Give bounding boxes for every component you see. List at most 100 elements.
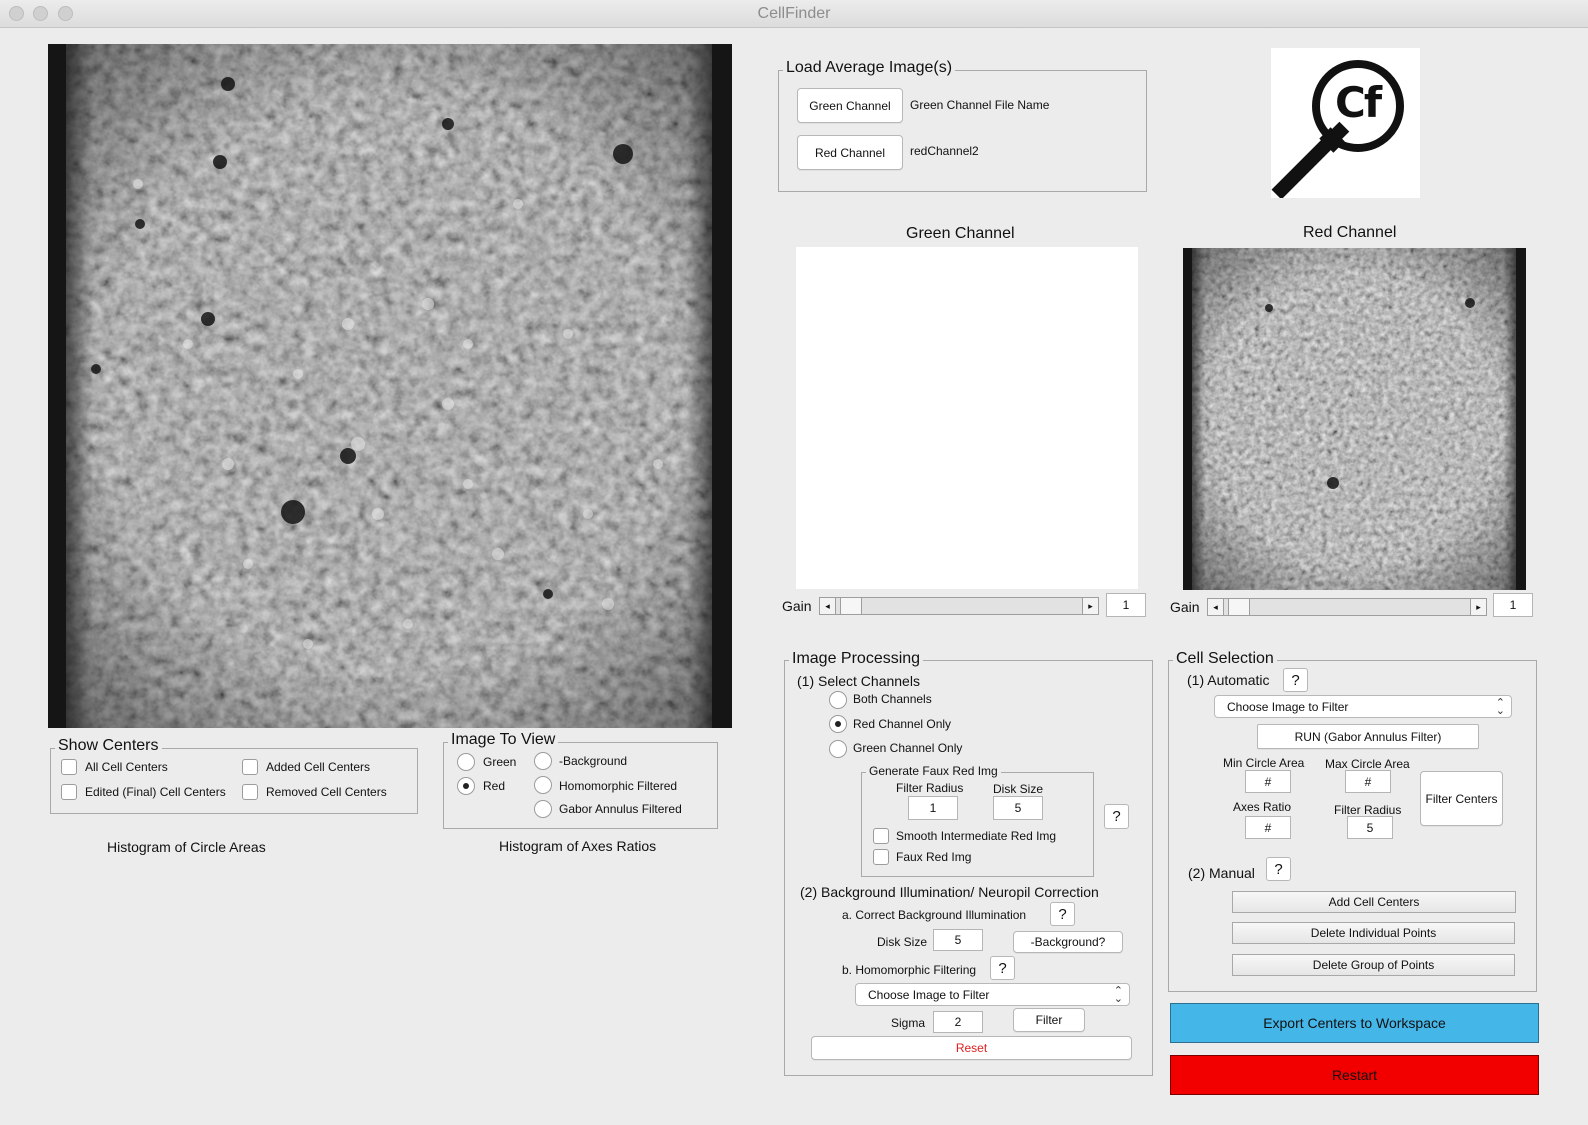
manual-label: (2) Manual xyxy=(1188,865,1255,881)
red-gain-value[interactable]: 1 xyxy=(1493,593,1533,617)
faux-red-img-label: Faux Red Img xyxy=(896,850,972,864)
faux-help-button[interactable]: ? xyxy=(1104,804,1129,829)
green-channel-title: Green Channel xyxy=(906,225,1015,242)
view-green-radio[interactable] xyxy=(457,753,475,771)
add-cell-centers-button[interactable]: Add Cell Centers xyxy=(1232,891,1516,913)
min-circle-area-label: Min Circle Area xyxy=(1223,756,1305,770)
homomorphic-image-select[interactable]: Choose Image to Filter ⌃ ⌄ xyxy=(855,983,1130,1006)
added-cell-centers-checkbox[interactable] xyxy=(242,759,258,775)
homomorphic-filtering-label: b. Homomorphic Filtering xyxy=(842,963,977,977)
show-centers-group xyxy=(50,748,418,814)
load-red-channel-button[interactable]: Red Channel xyxy=(797,135,903,170)
delete-group-points-button[interactable]: Delete Group of Points xyxy=(1232,954,1515,976)
automatic-help-button[interactable]: ? xyxy=(1283,668,1308,692)
reset-button[interactable]: Reset xyxy=(811,1036,1132,1060)
red-channel-file-name: redChannel2 xyxy=(910,144,979,158)
red-channel-view[interactable] xyxy=(1183,248,1526,590)
red-gain-label: Gain xyxy=(1170,599,1200,615)
bg-disk-size-input[interactable]: 5 xyxy=(933,929,983,951)
green-gain-slider[interactable]: ◂ ▸ xyxy=(819,597,1099,615)
view-red-radio[interactable] xyxy=(457,777,475,795)
slider-left-arrow-icon[interactable]: ◂ xyxy=(820,598,836,614)
cs-filter-radius-label: Filter Radius xyxy=(1334,803,1402,817)
correct-background-help-button[interactable]: ? xyxy=(1050,902,1075,926)
select-chevron-icon: ⌃ ⌄ xyxy=(1495,697,1505,717)
homomorphic-filter-button[interactable]: Filter xyxy=(1013,1008,1085,1032)
view-background-label: -Background xyxy=(559,754,628,768)
slider-left-arrow-icon[interactable]: ◂ xyxy=(1208,599,1224,615)
main-image-view[interactable] xyxy=(48,44,732,728)
faux-filter-radius-input[interactable]: 1 xyxy=(908,796,958,820)
removed-cell-centers-checkbox[interactable] xyxy=(242,784,258,800)
all-cell-centers-label: All Cell Centers xyxy=(85,760,168,774)
axes-ratio-label: Axes Ratio xyxy=(1233,800,1292,814)
sigma-label: Sigma xyxy=(891,1016,926,1030)
both-channels-radio[interactable] xyxy=(829,691,847,709)
subtract-background-button[interactable]: -Background? xyxy=(1013,931,1123,953)
logo-text: Cf xyxy=(1335,78,1382,127)
histogram-circle-areas-title: Histogram of Circle Areas xyxy=(107,839,266,855)
slider-right-arrow-icon[interactable]: ▸ xyxy=(1470,599,1486,615)
red-channel-only-label: Red Channel Only xyxy=(853,717,952,731)
select-channels-label: (1) Select Channels xyxy=(797,673,920,689)
max-circle-area-input[interactable]: # xyxy=(1345,770,1391,793)
faux-red-img-checkbox[interactable] xyxy=(873,849,889,865)
added-cell-centers-label: Added Cell Centers xyxy=(266,760,371,774)
filter-centers-button[interactable]: Filter Centers xyxy=(1420,771,1503,826)
min-circle-area-input[interactable]: # xyxy=(1245,770,1291,793)
cellfinder-logo: Cf xyxy=(1271,48,1420,200)
faux-filter-radius-label: Filter Radius xyxy=(896,781,964,795)
green-channel-file-name: Green Channel File Name xyxy=(910,98,1050,112)
view-homomorphic-radio[interactable] xyxy=(534,776,552,794)
faux-disk-size-label: Disk Size xyxy=(993,782,1044,796)
both-channels-label: Both Channels xyxy=(853,692,932,706)
run-gabor-filter-button[interactable]: RUN (Gabor Annulus Filter) xyxy=(1257,724,1479,749)
window-title: CellFinder xyxy=(757,5,831,22)
correct-background-label: a. Correct Background Illumination xyxy=(842,908,1027,922)
green-gain-value[interactable]: 1 xyxy=(1106,593,1146,617)
image-processing-title: Image Processing xyxy=(789,650,924,668)
edited-cell-centers-checkbox[interactable] xyxy=(61,784,77,800)
red-channel-title: Red Channel xyxy=(1303,224,1397,241)
edited-cell-centers-label: Edited (Final) Cell Centers xyxy=(85,785,226,799)
view-background-radio[interactable] xyxy=(534,752,552,770)
delete-individual-points-button[interactable]: Delete Individual Points xyxy=(1232,922,1515,944)
faux-disk-size-input[interactable]: 5 xyxy=(993,796,1043,820)
all-cell-centers-checkbox[interactable] xyxy=(61,759,77,775)
restart-button[interactable]: Restart xyxy=(1170,1055,1539,1095)
smooth-red-img-label: Smooth Intermediate Red Img xyxy=(896,829,1057,843)
axes-ratio-input[interactable]: # xyxy=(1245,816,1291,839)
sigma-input[interactable]: 2 xyxy=(933,1011,983,1033)
cs-filter-radius-input[interactable]: 5 xyxy=(1347,816,1393,839)
faux-red-title: Generate Faux Red Img xyxy=(866,764,1001,778)
view-homomorphic-label: Homomorphic Filtered xyxy=(559,779,678,793)
green-channel-view[interactable] xyxy=(796,247,1138,589)
smooth-red-img-checkbox[interactable] xyxy=(873,828,889,844)
red-channel-only-radio[interactable] xyxy=(829,715,847,733)
max-circle-area-label: Max Circle Area xyxy=(1325,757,1410,771)
green-gain-slider-thumb[interactable] xyxy=(840,598,862,614)
view-gabor-radio[interactable] xyxy=(534,800,552,818)
automatic-select-value: Choose Image to Filter xyxy=(1227,699,1349,714)
select-chevron-icon: ⌃ ⌄ xyxy=(1113,985,1123,1005)
view-red-label: Red xyxy=(483,779,506,793)
red-gain-slider[interactable]: ◂ ▸ xyxy=(1207,598,1487,616)
bg-disk-size-label: Disk Size xyxy=(877,935,928,949)
view-gabor-label: Gabor Annulus Filtered xyxy=(559,802,682,816)
removed-cell-centers-label: Removed Cell Centers xyxy=(266,785,387,799)
automatic-label: (1) Automatic xyxy=(1187,672,1270,688)
histogram-axes-ratios-title: Histogram of Axes Ratios xyxy=(499,838,657,854)
green-channel-only-label: Green Channel Only xyxy=(853,741,963,755)
homomorphic-help-button[interactable]: ? xyxy=(990,956,1015,980)
green-channel-only-radio[interactable] xyxy=(829,740,847,758)
automatic-image-select[interactable]: Choose Image to Filter ⌃ ⌄ xyxy=(1214,695,1512,718)
load-average-images-title: Load Average Image(s) xyxy=(783,59,956,77)
homomorphic-select-value: Choose Image to Filter xyxy=(868,987,990,1002)
manual-help-button[interactable]: ? xyxy=(1266,857,1291,881)
image-to-view-title: Image To View xyxy=(448,731,559,749)
export-centers-button[interactable]: Export Centers to Workspace xyxy=(1170,1003,1539,1043)
slider-right-arrow-icon[interactable]: ▸ xyxy=(1082,598,1098,614)
load-green-channel-button[interactable]: Green Channel xyxy=(797,88,903,123)
red-gain-slider-thumb[interactable] xyxy=(1228,599,1250,615)
green-gain-label: Gain xyxy=(782,598,812,614)
